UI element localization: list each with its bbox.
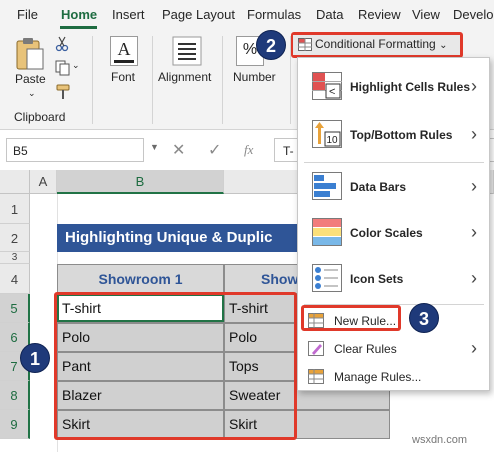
row-header-1[interactable]: 1 xyxy=(0,194,30,224)
column-header-b[interactable]: B xyxy=(57,170,224,194)
menu-item-label: Manage Rules... xyxy=(334,370,422,384)
clear-rules-icon xyxy=(308,341,324,356)
tab-data[interactable]: Data xyxy=(316,7,343,22)
tab-page-layout[interactable]: Page Layout xyxy=(162,7,235,22)
top-bottom-badge-text: 10 xyxy=(327,135,339,146)
menu-item-label: Icon Sets xyxy=(350,272,404,286)
enter-icon[interactable]: ✓ xyxy=(208,140,221,160)
column-header-a[interactable]: A xyxy=(30,170,57,194)
ribbon-tab-bar: File Home Insert Page Layout Formulas Da… xyxy=(0,0,494,30)
data-bars-icon xyxy=(312,172,342,200)
alignment-label[interactable]: Alignment xyxy=(158,70,211,84)
row-header-5[interactable]: 5 xyxy=(0,294,30,323)
menu-item-color-scales[interactable]: Color Scales › xyxy=(298,212,489,254)
row-header-8[interactable]: 8 xyxy=(0,381,30,410)
submenu-arrow-icon: › xyxy=(471,176,477,196)
table-header-showroom-1: Showroom 1 xyxy=(57,264,224,294)
paste-caret-icon[interactable]: ⌄ xyxy=(28,88,36,99)
menu-item-label: Clear Rules xyxy=(334,342,397,356)
icon-sets-icon xyxy=(312,264,342,292)
callout-badge-3: 3 xyxy=(409,303,439,333)
submenu-arrow-icon: › xyxy=(471,124,477,144)
conditional-formatting-label: Conditional Formatting xyxy=(315,37,436,51)
menu-item-highlight-cells-rules[interactable]: < Highlight Cells Rules › xyxy=(298,66,489,108)
tab-home[interactable]: Home xyxy=(61,7,97,22)
row-header-3[interactable]: 3 xyxy=(0,252,30,264)
conditional-formatting-icon xyxy=(298,38,312,51)
cut-icon[interactable] xyxy=(55,36,69,52)
font-label[interactable]: Font xyxy=(111,70,135,84)
conditional-formatting-menu: < Highlight Cells Rules › 10 Top/Bottom … xyxy=(297,57,490,391)
format-painter-icon[interactable] xyxy=(55,84,71,100)
name-box-caret-icon[interactable]: ▼ xyxy=(150,142,159,152)
tab-review[interactable]: Review xyxy=(358,7,401,22)
row-header-2[interactable]: 2 xyxy=(0,224,30,252)
tab-view[interactable]: View xyxy=(412,7,440,22)
tab-developer[interactable]: Develo xyxy=(453,7,493,22)
menu-item-icon-sets[interactable]: Icon Sets › xyxy=(298,258,489,300)
cancel-icon[interactable]: ✕ xyxy=(172,140,185,160)
number-label[interactable]: Number xyxy=(233,70,276,84)
font-color-bar xyxy=(114,60,134,63)
menu-item-label: Top/Bottom Rules xyxy=(350,128,453,142)
row-header-4[interactable]: 4 xyxy=(0,264,30,294)
menu-item-data-bars[interactable]: Data Bars › xyxy=(298,166,489,208)
name-box[interactable]: B5 xyxy=(6,138,144,162)
menu-separator xyxy=(304,162,484,163)
active-tab-indicator xyxy=(60,26,97,29)
menu-item-label: Color Scales xyxy=(350,226,423,240)
paste-label[interactable]: Paste xyxy=(15,72,46,86)
copy-caret-icon[interactable]: ⌄ xyxy=(72,60,80,71)
group-separator xyxy=(92,36,93,124)
chevron-down-icon: ⌄ xyxy=(439,40,448,51)
paste-icon[interactable] xyxy=(14,36,46,72)
watermark: wsxdn.com xyxy=(412,434,468,446)
group-separator xyxy=(222,36,223,124)
alignment-icon[interactable] xyxy=(172,36,202,66)
color-scales-icon xyxy=(312,218,342,246)
menu-item-top-bottom-rules[interactable]: 10 Top/Bottom Rules › xyxy=(298,114,489,156)
sheet-title-banner: Highlighting Unique & Duplic xyxy=(57,224,300,252)
select-all-corner[interactable] xyxy=(0,170,30,194)
submenu-arrow-icon: › xyxy=(471,268,477,288)
submenu-arrow-icon: › xyxy=(471,338,477,358)
menu-item-clear-rules[interactable]: Clear Rules › xyxy=(298,336,489,362)
insert-function-icon[interactable]: fx xyxy=(244,142,253,158)
menu-item-label: Highlight Cells Rules xyxy=(350,80,471,94)
submenu-arrow-icon: › xyxy=(471,222,477,242)
menu-item-label: Data Bars xyxy=(350,180,407,194)
callout-badge-2: 2 xyxy=(256,30,286,60)
tab-insert[interactable]: Insert xyxy=(112,7,145,22)
callout-badge-1: 1 xyxy=(20,343,50,373)
svg-text:<: < xyxy=(329,86,335,98)
selected-range-highlight xyxy=(54,292,297,440)
tab-formulas[interactable]: Formulas xyxy=(247,7,301,22)
row-header-9[interactable]: 9 xyxy=(0,410,30,439)
group-separator xyxy=(152,36,153,124)
highlight-cells-icon: < xyxy=(312,72,342,100)
top-bottom-icon: 10 xyxy=(312,120,342,148)
manage-rules-icon xyxy=(308,369,324,384)
clipboard-group-label: Clipboard xyxy=(14,110,66,124)
tab-file[interactable]: File xyxy=(17,7,38,22)
conditional-formatting-button[interactable]: Conditional Formatting ⌄ xyxy=(293,35,460,55)
new-rule-highlight xyxy=(301,305,401,331)
menu-item-manage-rules[interactable]: Manage Rules... xyxy=(298,364,489,390)
copy-icon[interactable] xyxy=(55,60,71,76)
submenu-arrow-icon: › xyxy=(471,76,477,96)
